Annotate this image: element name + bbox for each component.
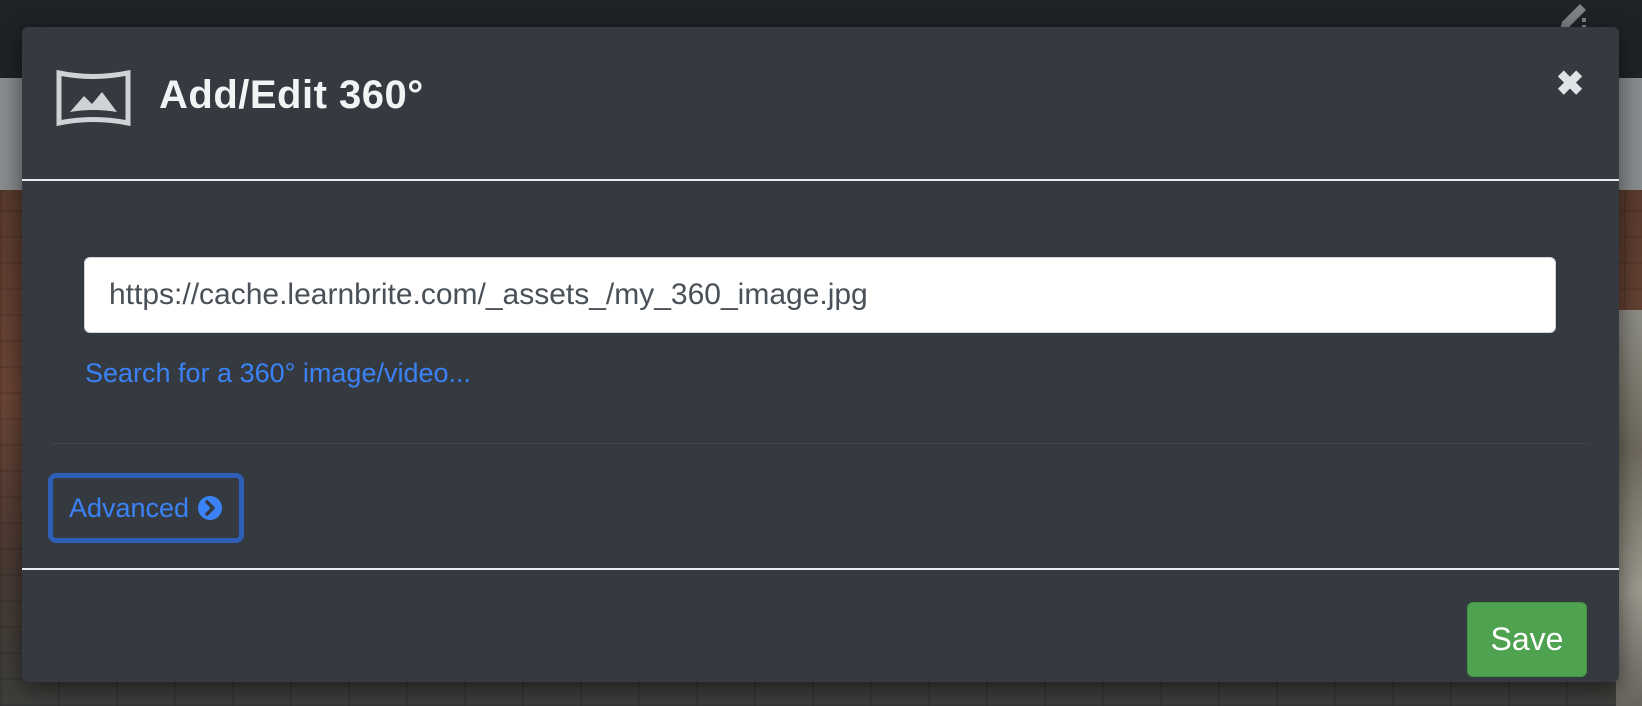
url-input[interactable] <box>84 257 1556 333</box>
search-360-link[interactable]: Search for a 360° image/video... <box>85 358 471 389</box>
add-edit-360-modal: Add/Edit 360° ✖ Search for a 360° image/… <box>22 27 1619 682</box>
modal-footer: Save <box>22 568 1619 682</box>
background-foliage <box>1616 310 1642 706</box>
save-button[interactable]: Save <box>1467 602 1587 677</box>
modal-body: Search for a 360° image/video... Advance… <box>22 183 1619 569</box>
divider <box>52 443 1589 444</box>
advanced-button[interactable]: Advanced <box>48 473 244 543</box>
close-icon: ✖ <box>1555 65 1585 103</box>
advanced-label: Advanced <box>68 492 190 523</box>
panorama-icon <box>56 69 131 127</box>
modal-title: Add/Edit 360° <box>159 73 424 117</box>
pencil-icon <box>1552 0 1592 30</box>
modal-header: Add/Edit 360° ✖ <box>22 27 1619 181</box>
close-button[interactable]: ✖ <box>1555 67 1585 101</box>
chevron-circle-right-icon <box>197 495 223 521</box>
